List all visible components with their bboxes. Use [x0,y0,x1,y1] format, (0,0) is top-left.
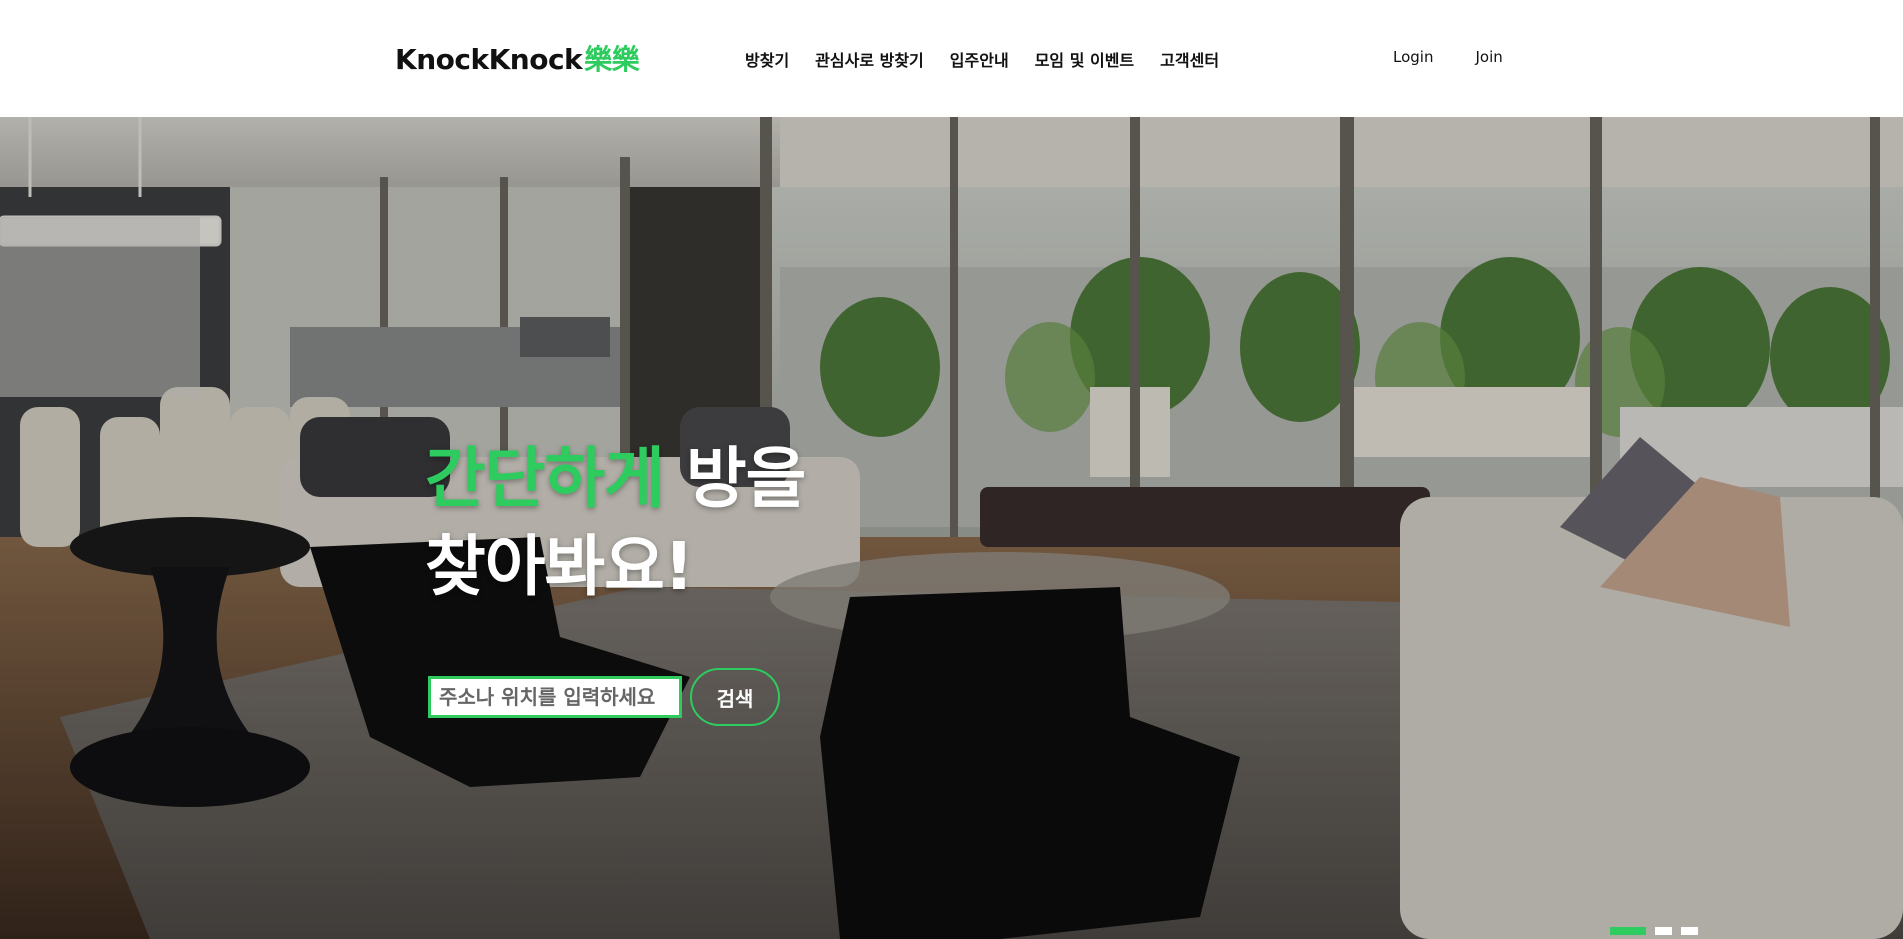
login-link[interactable]: Login [1393,48,1433,66]
nav-item-move-in-guide[interactable]: 입주안내 [950,47,1009,71]
auth-links: Login Join [1393,48,1503,66]
search-button[interactable]: 검색 [690,668,780,726]
slider-pagination [1610,927,1698,935]
site-logo[interactable]: KnockKnock 樂樂 [395,38,640,78]
location-search-input[interactable] [428,676,682,718]
join-link[interactable]: Join [1475,48,1502,66]
nav-item-meetups-events[interactable]: 모임 및 이벤트 [1035,47,1134,71]
slider-dot-2[interactable] [1655,927,1672,935]
main-nav: 방찾기 관심사로 방찾기 입주안내 모임 및 이벤트 고객센터 [745,47,1219,71]
slider-dot-3[interactable] [1681,927,1698,935]
logo-text: KnockKnock [395,43,583,76]
nav-item-find-by-interest[interactable]: 관심사로 방찾기 [815,47,924,71]
headline-line2: 찾아봐요! [425,528,694,605]
headline-highlight: 간단하게 [425,440,665,517]
site-header: KnockKnock 樂樂 방찾기 관심사로 방찾기 입주안내 모임 및 이벤트… [0,0,1903,117]
nav-item-find-room[interactable]: 방찾기 [745,47,789,71]
location-search: 검색 [428,668,780,726]
headline-word: 방을 [685,440,806,517]
hero-banner: 간단하게 방을 찾아봐요! 검색 [0,117,1903,939]
slider-dot-1[interactable] [1610,927,1646,935]
logo-accent: 樂樂 [584,43,640,76]
nav-item-customer-center[interactable]: 고객센터 [1160,47,1219,71]
hero-headline: 간단하게 방을 찾아봐요! [425,435,806,611]
hero-dim-overlay [0,117,1903,939]
